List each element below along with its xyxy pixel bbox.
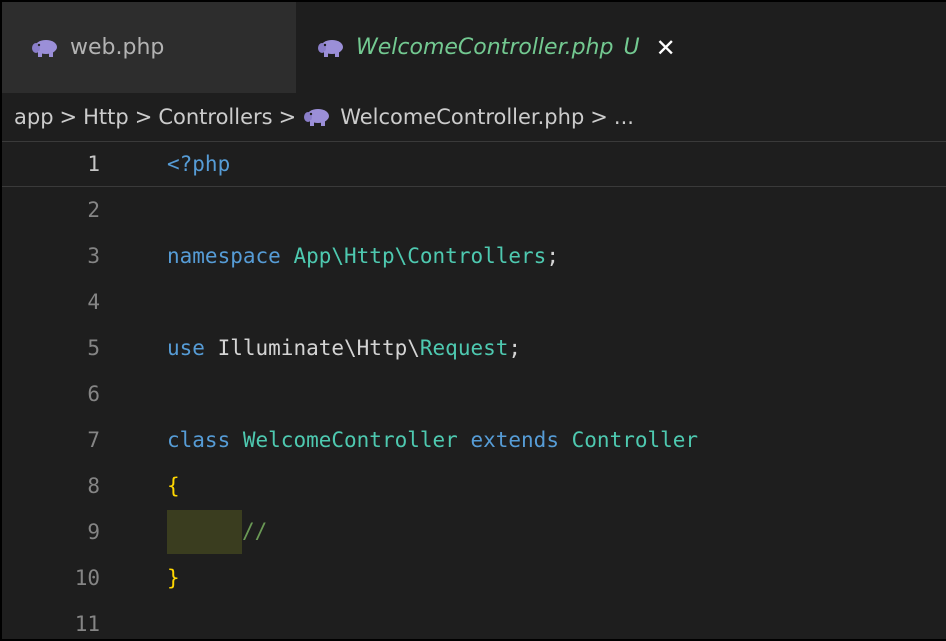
- line-content: {: [167, 474, 180, 498]
- tab-welcome-controller[interactable]: WelcomeController.php U ✕: [296, 2, 946, 93]
- chevron-right-icon: >: [590, 105, 608, 129]
- comment: //: [242, 519, 268, 543]
- tab-label: web.php: [70, 35, 165, 60]
- code-line[interactable]: 4: [2, 279, 946, 325]
- code-line[interactable]: 8 {: [2, 463, 946, 509]
- open-brace: {: [167, 474, 180, 498]
- line-number: 7: [87, 428, 100, 452]
- line-number: 9: [87, 520, 100, 544]
- line-content: //: [167, 510, 267, 554]
- tab-label: WelcomeController.php: [356, 35, 614, 60]
- code-line[interactable]: 5 use Illuminate\Http\Request;: [2, 325, 946, 371]
- code-editor[interactable]: 1 <?php 2 3 namespace App\Http\Controlle…: [2, 141, 946, 639]
- keyword: extends: [470, 428, 559, 452]
- line-number: 11: [74, 612, 100, 636]
- indent-highlight: [167, 510, 242, 554]
- php-elephant-icon: [32, 39, 58, 57]
- chevron-right-icon: >: [278, 105, 297, 129]
- code-line[interactable]: 6: [2, 371, 946, 417]
- line-number: 10: [74, 566, 100, 590]
- line-number: 6: [87, 382, 100, 406]
- line-content: <?php: [167, 152, 230, 176]
- line-number: 3: [87, 244, 100, 268]
- semicolon: ;: [546, 244, 559, 268]
- breadcrumb-item-app[interactable]: app: [14, 105, 54, 129]
- php-elephant-icon: [318, 39, 344, 57]
- namespace-path: Illuminate\Http\: [217, 336, 420, 360]
- breadcrumb-item-symbols[interactable]: ...: [614, 105, 634, 129]
- line-content: }: [167, 566, 180, 590]
- semicolon: ;: [508, 336, 522, 360]
- keyword: class: [167, 428, 231, 452]
- tab-web-php[interactable]: web.php: [2, 2, 296, 93]
- line-number: 2: [87, 198, 100, 222]
- line-number: 5: [87, 336, 100, 360]
- breadcrumb: app > Http > Controllers > WelcomeContro…: [2, 93, 946, 141]
- code-line[interactable]: 11: [2, 601, 946, 639]
- keyword: namespace: [167, 244, 281, 268]
- breadcrumb-item-controllers[interactable]: Controllers: [158, 105, 272, 129]
- breadcrumb-item-http[interactable]: Http: [83, 105, 129, 129]
- chevron-right-icon: >: [134, 105, 153, 129]
- code-line[interactable]: 1 <?php: [2, 141, 946, 187]
- line-number: 1: [87, 152, 100, 176]
- code-line[interactable]: 7 class WelcomeController extends Contro…: [2, 417, 946, 463]
- tab-bar: web.php WelcomeController.php U ✕: [2, 2, 946, 93]
- code-line[interactable]: 9 //: [2, 509, 946, 555]
- line-number: 8: [87, 474, 100, 498]
- close-brace: }: [167, 566, 180, 590]
- class-name: Request: [419, 336, 509, 360]
- breadcrumb-item-file[interactable]: WelcomeController.php: [340, 105, 584, 129]
- untracked-status-badge: U: [623, 35, 640, 60]
- line-content: namespace App\Http\Controllers;: [167, 244, 559, 268]
- code-line[interactable]: 3 namespace App\Http\Controllers;: [2, 233, 946, 279]
- parent-class-name: Controller: [571, 428, 699, 452]
- line-content: class WelcomeController extends Controll…: [167, 428, 698, 452]
- keyword: use: [167, 336, 205, 360]
- line-content: use Illuminate\Http\Request;: [167, 336, 521, 360]
- chevron-right-icon: >: [59, 105, 78, 129]
- php-open-tag: <?php: [167, 152, 231, 176]
- class-name: WelcomeController: [242, 428, 458, 452]
- php-elephant-icon: [304, 108, 330, 126]
- code-line[interactable]: 10 }: [2, 555, 946, 601]
- editor-window: web.php WelcomeController.php U ✕ app > …: [0, 0, 946, 641]
- namespace-name: App\Http\Controllers: [293, 244, 547, 268]
- line-number: 4: [87, 290, 100, 314]
- code-line[interactable]: 2: [2, 187, 946, 233]
- close-icon[interactable]: ✕: [656, 34, 676, 62]
